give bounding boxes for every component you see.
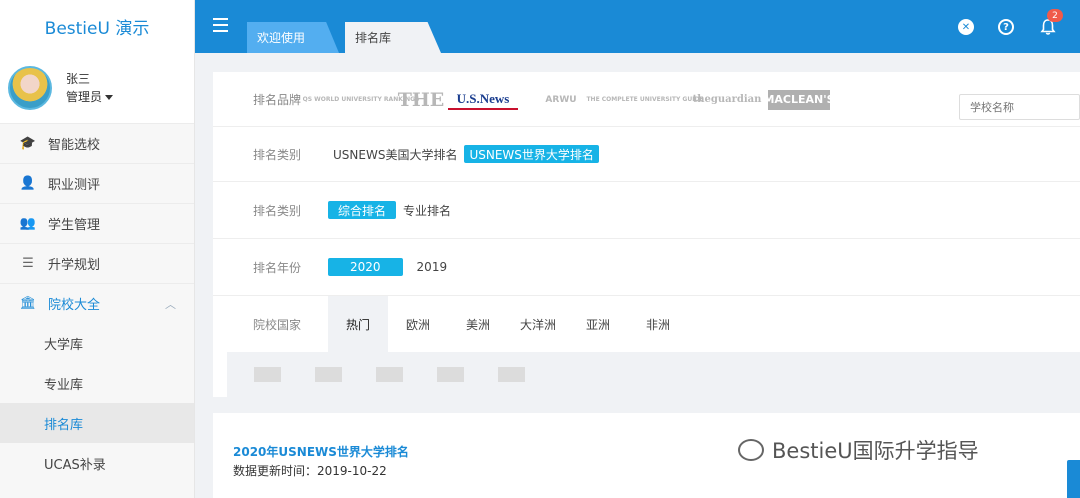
option-usnews-world[interactable]: USNEWS世界大学排名 [464, 145, 599, 163]
help-icon[interactable]: ? [998, 19, 1014, 35]
graduation-cap-icon: 🎓 [19, 136, 37, 151]
filter-row-brand: 排名品牌 QS WORLD UNIVERSITY RANKINGS THE U.… [213, 72, 1080, 127]
school-search-input[interactable] [959, 94, 1080, 120]
filter-label: 排名类别 [253, 147, 302, 162]
ranking-type-options: USNEWS美国大学排名 USNEWS世界大学排名 [328, 145, 601, 163]
sidebar-item-label: 学生管理 [48, 218, 101, 233]
usnews-logo[interactable]: U.S.News [448, 89, 518, 110]
guardian-logo[interactable]: theguardian [693, 90, 762, 110]
user-info: 张三 管理员 [66, 70, 114, 106]
region-tab-americas[interactable]: 美洲 [448, 296, 508, 352]
arwu-logo[interactable]: ARWU [532, 90, 590, 110]
filter-label: 院校国家 [253, 317, 302, 332]
option-subject[interactable]: 专业排名 [398, 201, 456, 219]
avatar[interactable] [8, 66, 52, 110]
region-tab-africa[interactable]: 非洲 [628, 296, 688, 352]
notification-badge: 2 [1047, 9, 1063, 22]
watermark: BestieU国际升学指导 [738, 435, 979, 465]
the-logo[interactable]: THE [398, 89, 445, 111]
region-tab-asia[interactable]: 亚洲 [568, 296, 628, 352]
user-panel: 张三 管理员 [0, 53, 194, 123]
top-bar: 欢迎使用 排名库 ✕ ? 2 [195, 0, 1080, 53]
tab-welcome[interactable]: 欢迎使用 [247, 22, 339, 53]
year-options: 2020 2019 [328, 258, 461, 276]
sidebar: BestieU 演示 张三 管理员 🎓 智能选校 👤 职业测评 👥 学生管理 ☰… [0, 0, 195, 498]
user-role-dropdown[interactable]: 管理员 [66, 88, 114, 106]
new-zealand-flag-icon[interactable] [498, 367, 525, 382]
option-year-2020[interactable]: 2020 [328, 258, 403, 276]
filter-label: 排名年份 [253, 260, 302, 275]
sidebar-subitem-rankings[interactable]: 排名库 [0, 403, 194, 443]
sidebar-item-school-selection[interactable]: 🎓 智能选校 [0, 123, 194, 163]
filter-row-country: 院校国家 热门 欧洲 美洲 大洋洲 亚洲 非洲 [213, 296, 1080, 352]
sidebar-item-student-management[interactable]: 👥 学生管理 [0, 203, 194, 243]
result-section: 2020年USNEWS世界大学排名 数据更新时间：2019-10-22 Best… [213, 413, 1080, 498]
region-tab-popular[interactable]: 热门 [328, 296, 388, 352]
tab-label: 欢迎使用 [257, 31, 306, 45]
result-update-time: 数据更新时间：2019-10-22 [233, 464, 387, 478]
option-overall[interactable]: 综合排名 [328, 201, 397, 219]
filter-row-ranking-type: 排名类别 USNEWS美国大学排名 USNEWS世界大学排名 [213, 127, 1080, 182]
brand-logos: QS WORLD UNIVERSITY RANKINGS THE U.S.New… [303, 72, 835, 127]
sidebar-subitem-majors[interactable]: 专业库 [0, 363, 194, 403]
user-name: 张三 [66, 72, 91, 86]
filter-label: 排名品牌 [253, 92, 302, 107]
us-flag-icon[interactable] [315, 367, 342, 382]
country-flags [227, 352, 1080, 397]
sidebar-item-career-assessment[interactable]: 👤 职业测评 [0, 163, 194, 203]
watermark-text: BestieU国际升学指导 [772, 439, 979, 463]
region-tabs: 热门 欧洲 美洲 大洋洲 亚洲 非洲 [328, 296, 688, 352]
tab-rankings[interactable]: 排名库 [345, 22, 441, 53]
sidebar-item-label: 升学规划 [48, 258, 101, 273]
caret-down-icon [105, 95, 114, 100]
sidebar-subitem-ucas[interactable]: UCAS补录 [0, 443, 194, 483]
sidebar-item-label: 院校大全 [48, 298, 101, 313]
person-icon: 👤 [19, 176, 37, 191]
region-tab-europe[interactable]: 欧洲 [388, 296, 448, 352]
macleans-logo[interactable]: MACLEAN'S [763, 89, 835, 110]
filter-row-ranking-category: 排名类别 综合排名 专业排名 [213, 182, 1080, 239]
option-year-2019[interactable]: 2019 [405, 258, 460, 276]
institution-icon: 🏛 [19, 296, 37, 311]
sidebar-subitem-universities[interactable]: 大学库 [0, 323, 194, 363]
filter-panel: 排名品牌 QS WORLD UNIVERSITY RANKINGS THE U.… [213, 72, 1080, 397]
users-icon: 👥 [19, 216, 37, 231]
region-tab-oceania[interactable]: 大洋洲 [508, 296, 568, 352]
filter-row-year: 排名年份 2020 2019 [213, 239, 1080, 296]
close-icon[interactable]: ✕ [958, 19, 974, 35]
australia-flag-icon[interactable] [376, 367, 403, 382]
sidebar-item-institutions[interactable]: 🏛 院校大全 ︿ [0, 283, 194, 323]
cug-logo[interactable]: THE COMPLETE UNIVERSITY GUIDE [586, 90, 703, 110]
uk-flag-icon[interactable] [254, 367, 281, 382]
side-action-button[interactable] [1067, 460, 1080, 498]
chevron-up-icon: ︿ [165, 297, 176, 311]
tab-label: 排名库 [355, 31, 392, 45]
list-icon: ☰ [22, 256, 34, 271]
hamburger-menu-icon[interactable] [213, 18, 228, 32]
filter-label: 排名类别 [253, 203, 302, 218]
option-usnews-us[interactable]: USNEWS美国大学排名 [328, 145, 462, 163]
wechat-icon [738, 439, 764, 461]
brand-title: BestieU 演示 [0, 0, 194, 53]
sidebar-item-label: 智能选校 [48, 138, 101, 153]
canada-flag-icon[interactable] [437, 367, 464, 382]
qs-logo[interactable]: QS WORLD UNIVERSITY RANKINGS [303, 90, 420, 110]
sidebar-item-planning[interactable]: ☰ 升学规划 [0, 243, 194, 283]
sidebar-item-label: 职业测评 [48, 178, 101, 193]
ranking-category-options: 综合排名 专业排名 [328, 201, 458, 219]
user-role: 管理员 [66, 90, 103, 104]
result-title: 2020年USNEWS世界大学排名 [233, 445, 409, 459]
